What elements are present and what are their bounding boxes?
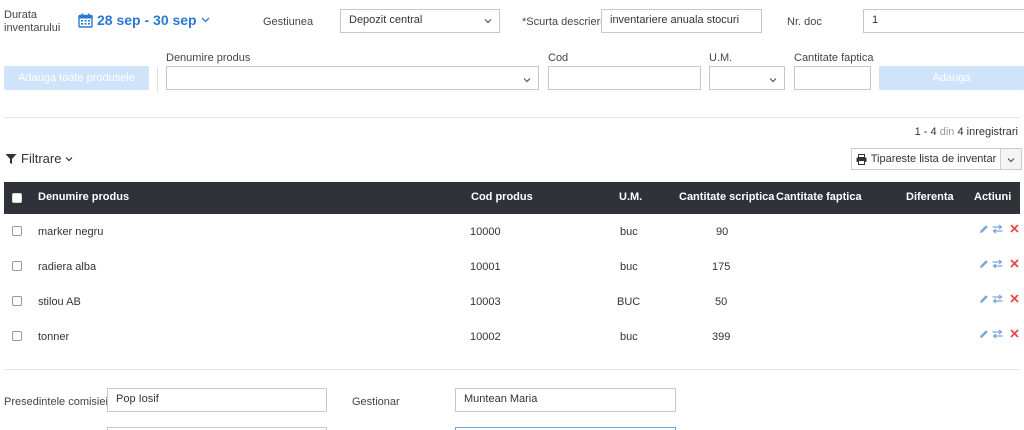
duration-label-line2: inventarului (4, 22, 61, 34)
add-button[interactable]: Adauga (879, 66, 1024, 90)
printer-icon (856, 153, 867, 165)
cell-scriptic: 175 (712, 261, 731, 273)
chevron-down-icon (1007, 158, 1015, 163)
cell-scriptic: 90 (716, 226, 729, 238)
table-row: tonner 10002 buc 399 (4, 319, 1020, 354)
transfer-icon[interactable] (992, 294, 1003, 304)
transfer-icon[interactable] (992, 259, 1003, 269)
edit-icon[interactable] (979, 224, 989, 234)
gestionar-label: Gestionar (352, 396, 400, 408)
header-um[interactable]: U.M. (619, 191, 642, 203)
header-code[interactable]: Cod produs (471, 191, 533, 203)
duration-label: Durata inventarului (4, 9, 60, 35)
descriere-input-value: inventariere anuala stocuri (610, 14, 740, 26)
presedinte-label: Presedintele comisiei (4, 396, 108, 408)
cell-code: 10000 (470, 226, 501, 238)
section-divider (4, 117, 1020, 118)
cell-name: tonner (38, 331, 70, 343)
chevron-down-icon (66, 156, 73, 161)
table-row: marker negru 10000 buc 90 (4, 214, 1020, 249)
table-header: Denumire produs Cod produs U.M. Cantitat… (4, 182, 1020, 214)
header-diff[interactable]: Diferenta (906, 191, 954, 203)
vertical-divider (157, 66, 158, 92)
add-all-products-button[interactable]: Adauga toate produsele (4, 66, 149, 90)
chevron-down-icon (484, 19, 492, 24)
cell-name: stilou AB (38, 296, 81, 308)
pagination-range: 1 - 4 (914, 126, 937, 138)
gestionar-input-value: Muntean Maria (464, 393, 538, 405)
cell-um: buc (620, 331, 638, 343)
delete-icon[interactable] (1010, 259, 1019, 268)
chevron-down-icon (523, 78, 531, 83)
row-checkbox[interactable] (12, 226, 22, 236)
calendar-icon (78, 13, 93, 28)
transfer-icon[interactable] (992, 224, 1003, 234)
table-row: stilou AB 10003 BUC 50 (4, 284, 1020, 319)
row-checkbox[interactable] (12, 331, 22, 341)
code-label: Cod (548, 52, 569, 64)
gestiunea-select-value: Depozit central (349, 14, 423, 26)
edit-icon[interactable] (979, 329, 989, 339)
delete-icon[interactable] (1010, 224, 1019, 233)
print-inventory-button[interactable]: Tipareste lista de inventar (851, 148, 1001, 170)
pagination-info: 1 - 4 din 4 inregistrari (915, 126, 1018, 138)
filter-icon (5, 153, 17, 164)
edit-icon[interactable] (979, 294, 989, 304)
header-name[interactable]: Denumire produs (38, 191, 129, 203)
pagination-din: din (939, 126, 955, 138)
date-range-text: 28 sep - 30 sep (97, 12, 197, 28)
cell-name: radiera alba (38, 261, 97, 273)
print-options-dropdown[interactable] (1000, 148, 1022, 170)
header-scriptic[interactable]: Cantitate scriptica (679, 191, 774, 203)
um-label: U.M. (709, 52, 733, 64)
chevron-down-icon (769, 78, 777, 83)
select-all-checkbox[interactable] (12, 193, 22, 203)
code-input[interactable] (548, 66, 701, 90)
product-label: Denumire produs (166, 52, 251, 64)
cell-code: 10001 (470, 261, 501, 273)
gestionar-input[interactable]: Muntean Maria (455, 388, 676, 412)
duration-label-line1: Durata (4, 9, 38, 21)
print-label: Tipareste lista de inventar (870, 153, 997, 165)
um-select[interactable] (709, 66, 785, 90)
filter-toggle[interactable]: Filtrare (5, 151, 73, 166)
cell-scriptic: 399 (712, 331, 731, 343)
cell-um: buc (620, 261, 638, 273)
cell-um: BUC (617, 296, 641, 308)
cell-code: 10002 (470, 331, 501, 343)
nrdoc-input[interactable]: 1 (863, 9, 1024, 33)
descriere-label: *Scurta descriere (522, 16, 607, 28)
filter-label: Filtrare (21, 151, 62, 166)
presedinte-input[interactable]: Pop Iosif (107, 388, 327, 412)
gestiunea-select[interactable]: Depozit central (340, 9, 500, 33)
cell-code: 10003 (470, 296, 501, 308)
row-checkbox[interactable] (12, 261, 22, 271)
table-row: radiera alba 10001 buc 175 (4, 249, 1020, 284)
descriere-input[interactable]: inventariere anuala stocuri (601, 9, 762, 33)
header-faptic[interactable]: Cantitate faptica (776, 191, 862, 203)
product-select[interactable] (166, 66, 539, 90)
delete-icon[interactable] (1010, 329, 1019, 338)
qty-input[interactable] (794, 66, 871, 90)
section-divider (4, 369, 1020, 370)
pagination-total: 4 (957, 126, 964, 138)
gestiunea-label: Gestiunea (263, 16, 314, 28)
header-actions: Actiuni (974, 191, 1012, 203)
nrdoc-label: Nr. doc (787, 16, 822, 28)
edit-icon[interactable] (979, 259, 989, 269)
delete-icon[interactable] (1010, 294, 1019, 303)
row-checkbox[interactable] (12, 296, 22, 306)
cell-name: marker negru (38, 226, 104, 238)
qty-label: Cantitate faptica (794, 52, 874, 64)
cell-scriptic: 50 (715, 296, 728, 308)
presedinte-input-value: Pop Iosif (116, 393, 159, 405)
chevron-down-icon (201, 17, 210, 23)
transfer-icon[interactable] (992, 329, 1003, 339)
date-range-picker[interactable]: 28 sep - 30 sep (78, 12, 210, 28)
pagination-suffix: inregistrari (966, 126, 1018, 138)
nrdoc-input-value: 1 (872, 14, 879, 26)
cell-um: buc (620, 226, 638, 238)
